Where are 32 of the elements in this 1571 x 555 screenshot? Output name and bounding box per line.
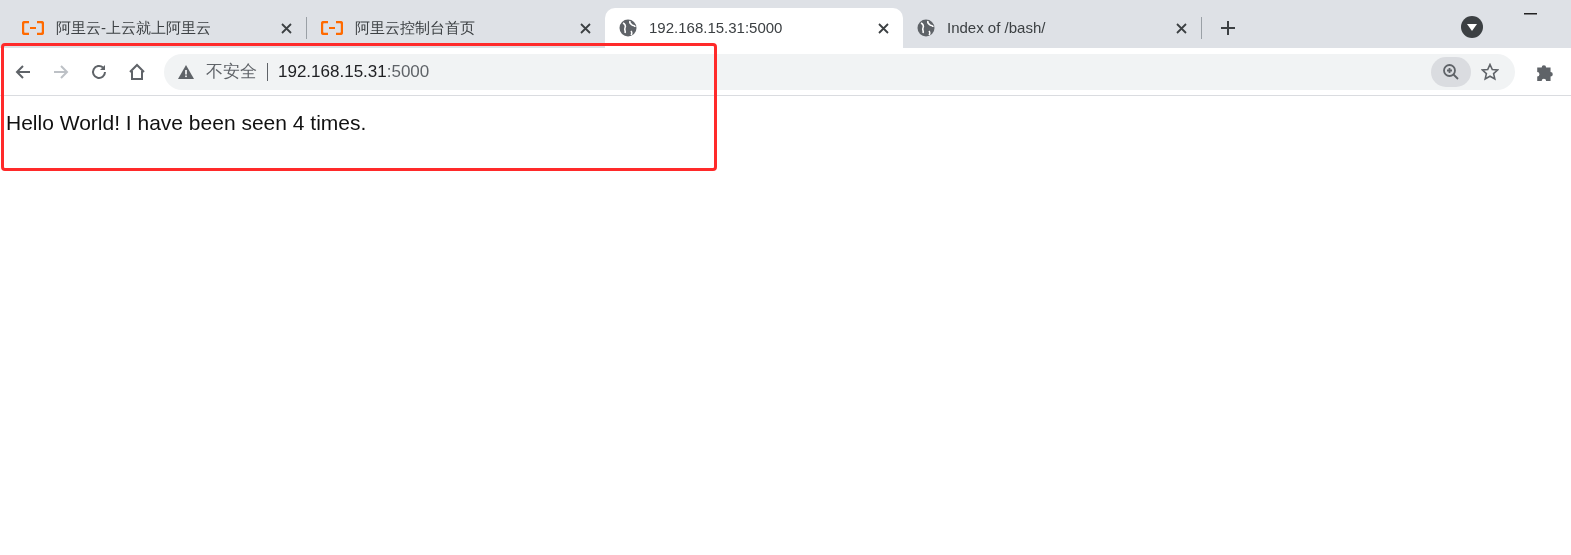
page-text: Hello World! I have been seen 4 times. (5, 110, 368, 136)
browser-tab[interactable]: 阿里云-上云就上阿里云 (8, 8, 306, 48)
tab-title: Index of /bash/ (947, 17, 1047, 38)
plus-icon (1220, 20, 1236, 36)
browser-tab[interactable]: Index of /bash/ (903, 8, 1201, 48)
tab-title: 192.168.15.31:5000 (649, 17, 784, 38)
home-icon[interactable] (128, 62, 146, 81)
zoom-button[interactable] (1431, 56, 1471, 87)
minimize-icon[interactable] (1524, 13, 1537, 15)
tab-title: 阿里云-上云就上阿里云 (56, 17, 212, 38)
close-icon[interactable] (878, 22, 889, 34)
url-port: :5000 (386, 61, 430, 81)
browser-tab[interactable]: 192.168.15.31:5000 (605, 8, 903, 48)
globe-icon (917, 19, 935, 37)
tab-title: 阿里云控制台首页 (355, 17, 476, 38)
bracket-logo-icon (321, 21, 343, 35)
close-icon[interactable] (1176, 22, 1187, 34)
address-bar[interactable]: 不安全 192.168.15.31:5000 (164, 53, 1515, 90)
tab-search-button[interactable] (1461, 16, 1483, 38)
security-label: 不安全 (206, 60, 257, 83)
close-icon[interactable] (580, 22, 591, 34)
zoom-in-icon (1442, 62, 1460, 81)
bracket-logo-icon (22, 21, 44, 35)
url-host: 192.168.15.31 (278, 61, 387, 81)
globe-icon (619, 19, 637, 37)
warning-icon (178, 64, 194, 79)
caret-icon (1467, 23, 1477, 31)
reload-icon[interactable] (90, 62, 108, 81)
close-icon[interactable] (281, 22, 292, 34)
browser-tab[interactable]: 阿里云控制台首页 (307, 8, 605, 48)
star-icon[interactable] (1481, 62, 1499, 81)
back-icon[interactable] (14, 62, 32, 81)
